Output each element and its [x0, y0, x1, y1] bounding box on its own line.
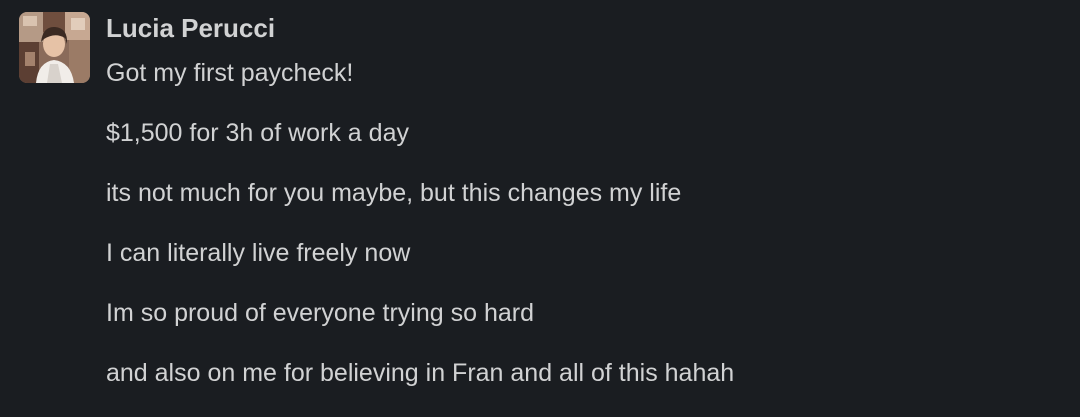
message-line: Got my first paycheck!	[106, 59, 354, 87]
avatar-photo-icon	[19, 12, 90, 83]
message-line: its not much for you maybe, but this cha…	[106, 179, 682, 207]
message-line: and also on me for believing in Fran and…	[106, 359, 735, 387]
message-line: I can literally live freely now	[106, 239, 411, 267]
message-block: Lucia Perucci Got my first paycheck! $1,…	[0, 0, 1080, 417]
sender-name[interactable]: Lucia Perucci	[106, 12, 275, 44]
avatar[interactable]	[19, 12, 90, 83]
message-line: Im so proud of everyone trying so hard	[106, 299, 535, 327]
message-line: $1,500 for 3h of work a day	[106, 119, 409, 147]
message-body: Got my first paycheck! $1,500 for 3h of …	[106, 57, 734, 417]
